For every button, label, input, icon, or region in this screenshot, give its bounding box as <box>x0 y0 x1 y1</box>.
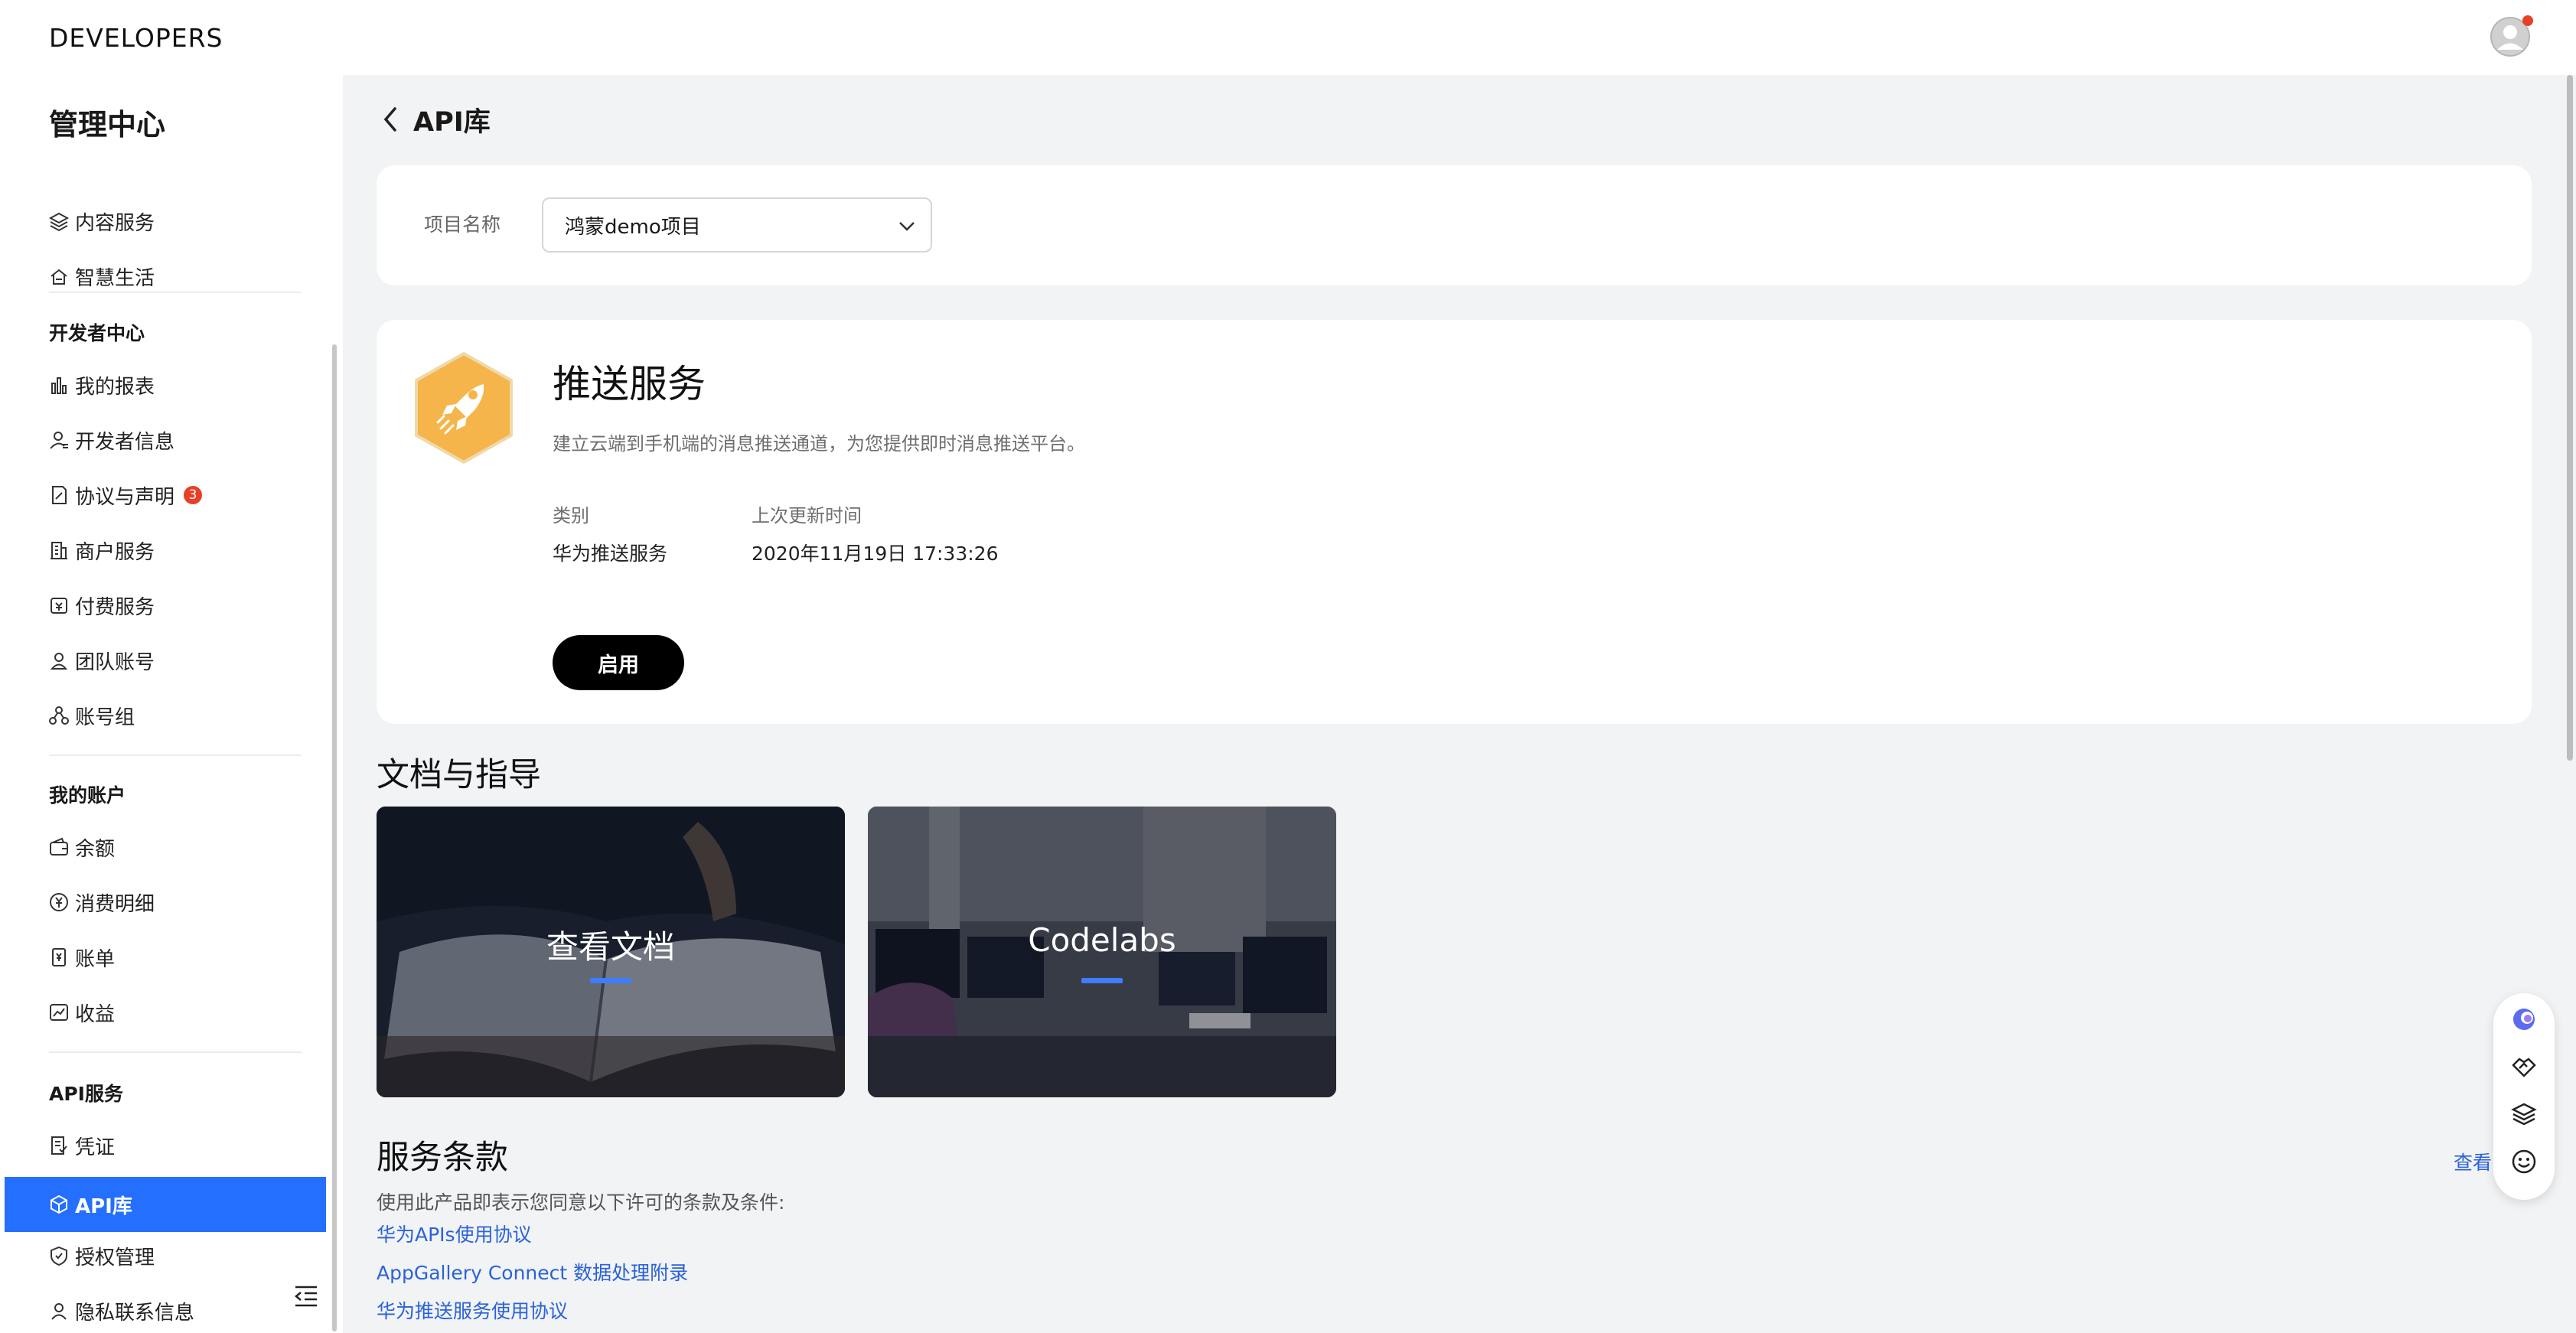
chart-icon <box>47 373 70 396</box>
sidebar-item-content-service[interactable]: 内容服务 <box>47 197 155 245</box>
credential-icon <box>47 1134 70 1157</box>
terms-link-data-processing[interactable]: AppGallery Connect 数据处理附录 <box>377 1258 688 1286</box>
sidebar-item-agreements[interactable]: 协议与声明 3 <box>47 471 203 519</box>
floating-toolbar <box>2493 993 2555 1200</box>
sidebar-item-team-account[interactable]: 团队账号 <box>47 637 155 684</box>
assistant-icon[interactable] <box>2510 1005 2538 1033</box>
sidebar-item-consumption[interactable]: 消费明细 <box>47 878 155 926</box>
updated-value: 2020年11月19日 17:33:26 <box>752 543 999 565</box>
group-icon <box>47 704 70 727</box>
docs-tile-label: 查看文档 <box>546 928 675 966</box>
section-heading-dev-center: 开发者中心 <box>49 322 145 344</box>
chevron-down-icon <box>899 222 915 231</box>
divider <box>49 292 302 293</box>
sidebar-item-label: 协议与声明 <box>75 485 175 509</box>
sidebar-item-income[interactable]: 收益 <box>47 989 115 1036</box>
category-label: 类别 <box>553 505 589 526</box>
income-icon <box>47 1001 70 1024</box>
tile-accent-bar <box>590 978 631 983</box>
sidebar-item-label: 付费服务 <box>75 595 155 619</box>
sidebar-item-label: 内容服务 <box>75 211 155 235</box>
sidebar-item-bill[interactable]: 账单 <box>47 934 115 981</box>
sidebar-item-balance[interactable]: 余额 <box>47 823 115 871</box>
sidebar-item-api-library[interactable]: API库 <box>47 1181 132 1228</box>
sidebar-item-label: 消费明细 <box>75 892 155 916</box>
sidebar-item-label: 我的报表 <box>75 375 155 399</box>
docs-tile[interactable]: 查看文档 <box>377 807 845 1097</box>
sidebar-item-label: 凭证 <box>75 1136 116 1159</box>
sidebar-item-label: 商户服务 <box>75 540 155 564</box>
enable-button[interactable]: 启用 <box>553 635 684 690</box>
collapse-sidebar-icon[interactable] <box>292 1282 320 1310</box>
building-icon <box>47 539 70 562</box>
sidebar-item-privacy-contact[interactable]: 隐私联系信息 <box>47 1287 194 1333</box>
sidebar-item-authorization[interactable]: 授权管理 <box>47 1232 155 1279</box>
project-label: 项目名称 <box>424 213 501 236</box>
yen-icon <box>47 891 70 914</box>
terms-link-apis[interactable]: 华为APIs使用协议 <box>377 1220 532 1247</box>
shield-icon <box>47 1244 70 1267</box>
cube-icon <box>47 1193 70 1216</box>
team-icon <box>47 649 70 672</box>
pay-icon <box>47 594 70 617</box>
wallet-icon <box>47 836 70 859</box>
sidebar-item-merchant-service[interactable]: 商户服务 <box>47 526 155 574</box>
notification-dot <box>2522 15 2533 26</box>
brand-logo[interactable]: DEVELOPERS <box>49 23 223 53</box>
codelabs-tile[interactable]: Codelabs <box>868 807 1336 1097</box>
sidebar-item-credentials[interactable]: 凭证 <box>47 1122 115 1169</box>
section-heading-api-service: API服务 <box>49 1083 123 1105</box>
user-icon <box>47 429 70 451</box>
page-title: API库 <box>413 106 491 138</box>
sidebar: 管理中心 内容服务 智慧生活 开发者中心 我的报表 开发者信息 协议与声明 3 … <box>0 75 343 1333</box>
layers-icon[interactable] <box>2510 1100 2538 1128</box>
tile-accent-bar <box>1081 978 1123 983</box>
divider <box>49 1051 302 1053</box>
service-description: 建立云端到手机端的消息推送通道，为您提供即时消息推送平台。 <box>553 433 1085 455</box>
layers-icon <box>47 210 70 233</box>
sidebar-title: 管理中心 <box>49 108 166 142</box>
divider <box>49 754 302 756</box>
view-terms-link[interactable]: 查看 <box>2454 1148 2492 1175</box>
sidebar-item-label: API库 <box>75 1194 132 1218</box>
top-bar: DEVELOPERS <box>0 0 2576 75</box>
sidebar-item-label: 授权管理 <box>75 1246 155 1269</box>
terms-description: 使用此产品即表示您同意以下许可的条款及条件: <box>377 1191 785 1214</box>
terms-link-push-service[interactable]: 华为推送服务使用协议 <box>377 1296 568 1324</box>
sidebar-item-label: 团队账号 <box>75 650 155 674</box>
sidebar-item-label: 智慧生活 <box>75 266 155 290</box>
updated-label: 上次更新时间 <box>752 505 862 526</box>
codelabs-tile-label: Codelabs <box>1028 921 1176 959</box>
sidebar-scrollbar[interactable] <box>332 344 337 1331</box>
notification-badge: 3 <box>184 486 203 504</box>
sidebar-item-label: 账号组 <box>75 706 135 729</box>
main-scrollbar[interactable] <box>2567 75 2573 761</box>
sidebar-item-account-group[interactable]: 账号组 <box>47 692 135 739</box>
page-header: API库 <box>375 96 491 142</box>
back-arrow-icon[interactable] <box>375 104 406 135</box>
sidebar-item-paid-service[interactable]: 付费服务 <box>47 582 155 629</box>
home-cloud-icon <box>47 265 70 288</box>
sidebar-item-label: 开发者信息 <box>75 430 175 454</box>
section-heading-my-account: 我的账户 <box>49 784 126 807</box>
sidebar-item-label: 收益 <box>75 1002 116 1026</box>
handshake-icon[interactable] <box>2510 1053 2538 1080</box>
project-select[interactable]: 鸿蒙demo项目 <box>542 197 932 253</box>
sidebar-item-label: 余额 <box>75 837 116 861</box>
docs-section-title: 文档与指导 <box>377 756 541 794</box>
category-value: 华为推送服务 <box>553 543 668 565</box>
rocket-icon <box>410 350 517 465</box>
sidebar-item-my-reports[interactable]: 我的报表 <box>47 361 155 409</box>
document-icon <box>47 484 70 507</box>
bill-icon <box>47 946 70 969</box>
terms-section-title: 服务条款 <box>377 1139 508 1177</box>
service-name: 推送服务 <box>553 362 706 406</box>
privacy-icon <box>47 1299 70 1322</box>
sidebar-item-label: 账单 <box>75 947 116 971</box>
project-select-value: 鸿蒙demo项目 <box>565 215 701 239</box>
sidebar-item-label: 隐私联系信息 <box>75 1301 195 1325</box>
smiley-feedback-icon[interactable] <box>2510 1148 2538 1175</box>
sidebar-item-developer-info[interactable]: 开发者信息 <box>47 416 174 464</box>
